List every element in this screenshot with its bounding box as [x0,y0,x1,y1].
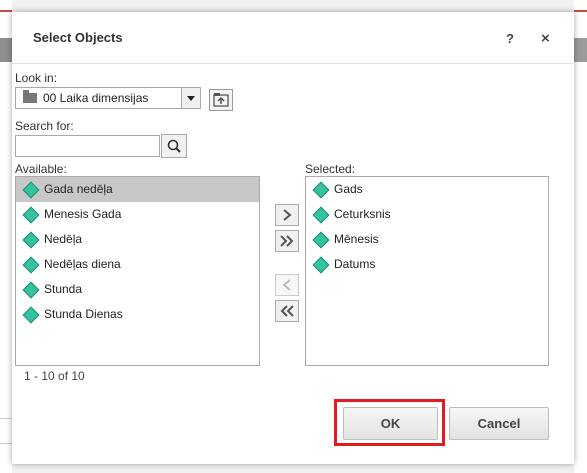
list-item[interactable]: Mēnesis [306,227,548,252]
dialog-title: Select Objects [33,30,123,45]
list-item[interactable]: Nedēļa [16,227,259,252]
folder-icon [23,90,37,103]
attribute-icon [22,306,40,324]
pagination-count: 1 - 10 of 10 [24,369,85,383]
list-item[interactable]: Nedēļas diena [16,252,259,277]
list-item[interactable]: Datums [306,252,548,277]
list-item-label: Nedēļa [44,232,83,246]
double-chevron-right-icon [280,235,294,247]
background-header-strip [0,38,12,62]
remove-all-button[interactable] [275,300,299,322]
search-label: Search for: [15,119,74,133]
attribute-icon [312,256,330,274]
look-in-select[interactable]: 00 Laika dimensijas [15,87,201,109]
list-item-label: Ceturksnis [334,207,391,221]
double-chevron-left-icon [280,305,294,317]
search-icon [167,139,181,153]
attribute-icon [22,281,40,299]
list-item[interactable]: Gads [306,177,548,202]
selected-label: Selected: [305,162,356,176]
dropdown-arrow-icon[interactable] [181,88,200,108]
select-objects-dialog: Select Objects ? × Look in: 00 Laika dim… [12,12,574,464]
list-item-label: Gads [334,182,363,196]
list-item-label: Mēnesis [334,232,379,246]
background-row [0,418,12,444]
chevron-right-icon [283,209,292,221]
background-app-right [574,0,587,473]
dialog-titlebar: Select Objects ? × [12,12,574,64]
add-all-button[interactable] [275,230,299,252]
list-item[interactable]: Stunda [16,277,259,302]
attribute-icon [312,231,330,249]
chevron-left-icon [282,279,291,291]
close-button[interactable]: × [541,30,550,47]
cancel-button[interactable]: Cancel [449,407,549,440]
attribute-icon [22,256,40,274]
list-item-label: Menesis Gada [44,207,122,221]
look-in-value: 00 Laika dimensijas [43,91,149,105]
folder-up-button[interactable] [209,89,233,111]
remove-selected-button[interactable] [275,274,299,296]
background-header-strip [574,38,587,62]
selected-list[interactable]: Gads Ceturksnis Mēnesis Datums [305,176,549,366]
list-item-label: Datums [334,257,376,271]
background-app-left [0,0,12,473]
list-item[interactable]: Gada nedēļa [16,177,259,202]
list-item-label: Nedēļas diena [44,257,121,271]
background-accent-bar [0,10,12,12]
add-selected-button[interactable] [275,204,299,226]
background-accent-bar [574,10,587,12]
ok-button[interactable]: OK [343,407,438,440]
attribute-icon [312,206,330,224]
attribute-icon [22,206,40,224]
search-input[interactable] [15,135,160,157]
list-item[interactable]: Ceturksnis [306,202,548,227]
available-label: Available: [15,162,67,176]
folder-up-icon [213,93,229,107]
list-item-label: Stunda [44,282,83,296]
search-button[interactable] [161,134,187,158]
list-item-label: Stunda Dienas [44,307,123,321]
list-item[interactable]: Stunda Dienas [16,302,259,327]
attribute-icon [22,231,40,249]
help-button[interactable]: ? [506,31,514,46]
list-item-label: Gada nedēļa [44,182,113,196]
attribute-icon [312,181,330,199]
available-list[interactable]: Gada nedēļa Menesis Gada Nedēļa Nedēļas … [15,176,260,366]
look-in-label: Look in: [15,71,58,85]
attribute-icon [22,181,40,199]
list-item[interactable]: Menesis Gada [16,202,259,227]
